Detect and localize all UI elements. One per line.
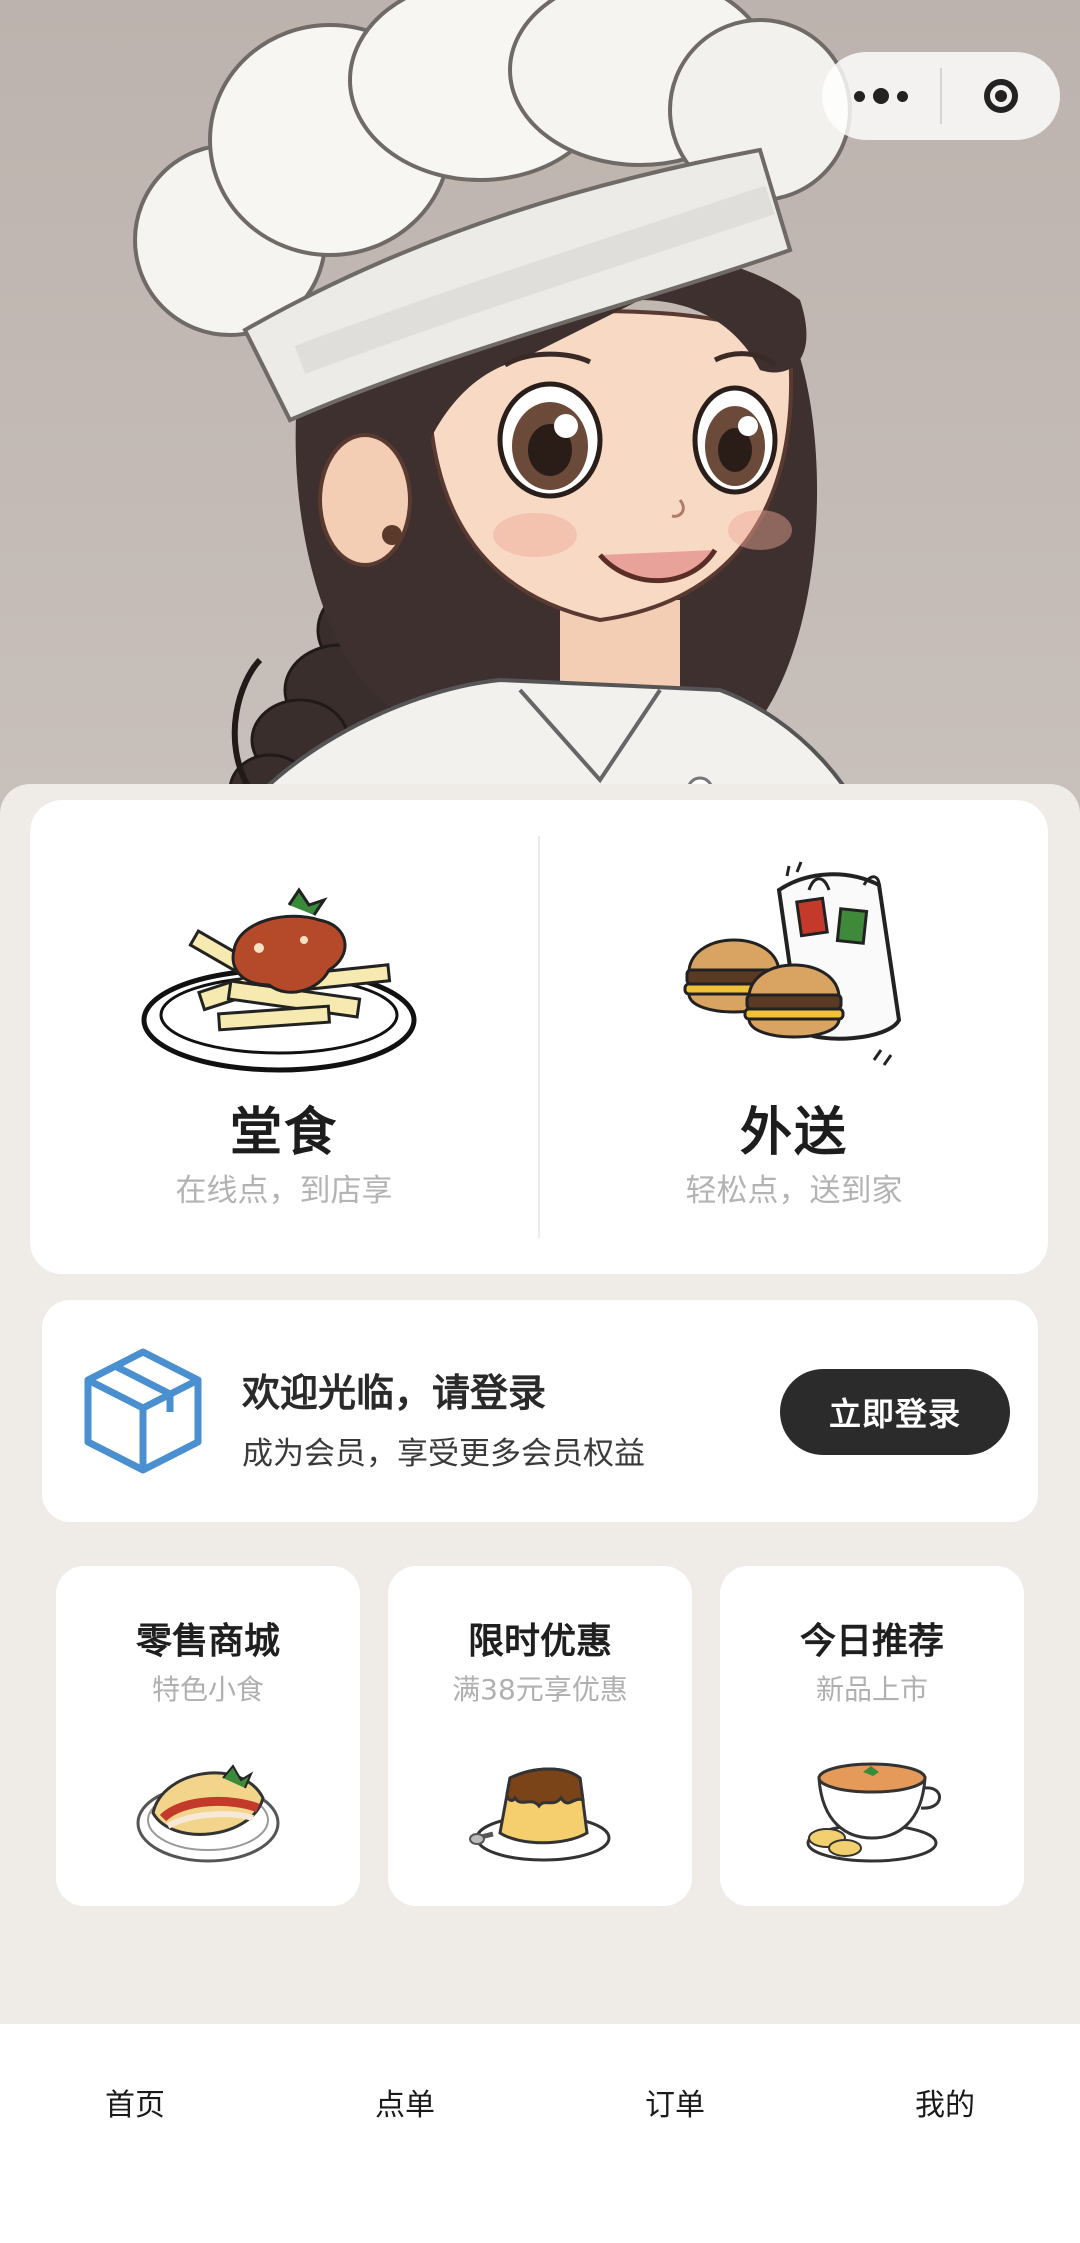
login-button[interactable]: 立即登录 <box>780 1369 1010 1455</box>
promo-subtitle: 满38元享优惠 <box>452 1673 628 1706</box>
app-page: 堂食 在线点，到店享 外送 轻松点，送到家 欢迎光临，请登录 成为会员，享受更多… <box>0 0 1080 2243</box>
service-dine-in[interactable]: 堂食 在线点，到店享 <box>30 800 538 1274</box>
service-card: 堂食 在线点，到店享 外送 轻松点，送到家 <box>30 800 1048 1274</box>
promo-card-recommend[interactable]: 今日推荐 新品上市 <box>720 1566 1024 1906</box>
promo-title: 限时优惠 <box>467 1621 612 1662</box>
service-delivery[interactable]: 外送 轻松点，送到家 <box>540 800 1048 1274</box>
promo-title: 今日推荐 <box>799 1621 944 1662</box>
service-title: 外送 <box>739 1103 848 1163</box>
pudding-icon <box>469 1767 611 1862</box>
promo-subtitle: 新品上市 <box>815 1673 928 1706</box>
box-icon <box>84 1348 202 1474</box>
promo-card-retail[interactable]: 零售商城 特色小食 <box>56 1566 360 1906</box>
login-description: 成为会员，享受更多会员权益 <box>242 1436 645 1472</box>
tab-home[interactable]: 首页 <box>0 2024 270 2243</box>
service-subtitle: 在线点，到店享 <box>175 1173 393 1209</box>
bottom-tab-bar: 首页 点单 订单 我的 <box>0 2024 1080 2243</box>
soup-icon <box>806 1762 941 1863</box>
more-dots-icon[interactable] <box>822 52 940 140</box>
plate-food-icon <box>141 887 417 1073</box>
mini-program-capsule <box>822 52 1060 140</box>
service-subtitle: 轻松点，送到家 <box>685 1173 903 1209</box>
promo-title: 零售商城 <box>135 1621 280 1662</box>
service-title: 堂食 <box>229 1103 338 1163</box>
burger-bag-icon <box>683 861 902 1066</box>
tab-order-menu[interactable]: 点单 <box>270 2024 540 2243</box>
taco-icon <box>136 1764 280 1863</box>
promo-subtitle: 特色小食 <box>151 1673 264 1706</box>
tab-orders[interactable]: 订单 <box>540 2024 810 2243</box>
login-title: 欢迎光临，请登录 <box>242 1371 547 1415</box>
hero-banner <box>0 0 1080 860</box>
tab-profile[interactable]: 我的 <box>810 2024 1080 2243</box>
login-card: 欢迎光临，请登录 成为会员，享受更多会员权益 立即登录 <box>42 1300 1038 1522</box>
promo-card-discount[interactable]: 限时优惠 满38元享优惠 <box>388 1566 692 1906</box>
target-circle-icon[interactable] <box>942 52 1060 140</box>
